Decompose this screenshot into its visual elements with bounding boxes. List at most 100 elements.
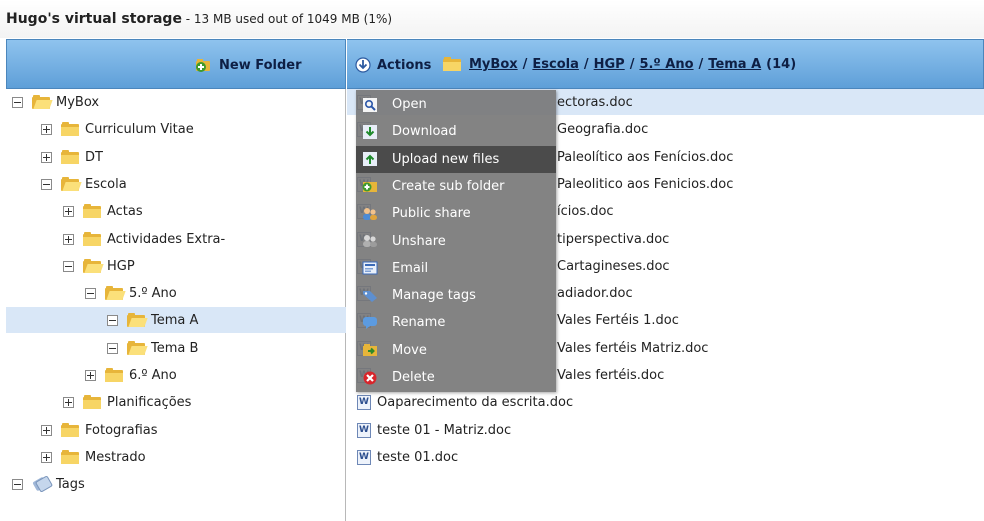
tree-node-fotografias[interactable]: Fotografias — [6, 417, 346, 443]
actions-label: Actions — [377, 57, 432, 73]
tree-node-planifica-es[interactable]: Planificações — [6, 389, 346, 415]
users-gray-icon — [362, 233, 378, 249]
folder-open-icon — [61, 177, 82, 191]
file-name: Paleolítico aos Fenícios.doc — [557, 149, 734, 165]
tree-node-label: Escola — [85, 176, 127, 192]
expand-icon[interactable] — [63, 233, 74, 245]
tree-node-label: Planificações — [107, 394, 192, 410]
folder-open-icon — [127, 313, 148, 327]
tree-node-mybox[interactable]: MyBox — [6, 89, 346, 115]
tree-node-tags[interactable]: Tags — [6, 471, 346, 497]
collapse-icon[interactable] — [12, 478, 23, 490]
tree-node-label: Actividades Extra- — [107, 231, 226, 247]
folder-icon — [61, 150, 79, 164]
tree-node-label: Curriculum Vitae — [85, 121, 194, 137]
menu-item-label: Move — [392, 342, 427, 358]
file-name: Oaparecimento da escrita.doc — [377, 394, 574, 410]
menu-item-download[interactable]: Download — [356, 118, 556, 145]
collapse-icon[interactable] — [107, 342, 118, 354]
download-arrow-icon — [355, 57, 371, 73]
tree-node-label: Tema A — [151, 312, 199, 328]
menu-item-label: Open — [392, 97, 427, 112]
menu-item-create-sub-folder[interactable]: Create sub folder — [356, 173, 556, 200]
menu-item-label: Delete — [392, 370, 435, 385]
expand-icon[interactable] — [41, 451, 52, 463]
menu-item-label: Upload new files — [392, 151, 500, 167]
collapse-icon[interactable] — [12, 96, 23, 108]
menu-item-manage-tags[interactable]: Manage tags — [356, 282, 556, 309]
breadcrumb-separator: / — [583, 57, 589, 72]
breadcrumb-separator: / — [522, 57, 528, 72]
menu-item-unshare[interactable]: Unshare — [356, 228, 556, 255]
tree-node-actas[interactable]: Actas — [6, 198, 346, 224]
add-folder-icon — [362, 178, 378, 194]
email-icon — [362, 260, 378, 276]
folder-icon — [105, 368, 123, 382]
tag-icon — [362, 288, 378, 304]
collapse-icon[interactable] — [85, 287, 96, 299]
menu-item-move[interactable]: Move — [356, 337, 556, 364]
folder-icon — [83, 204, 101, 218]
breadcrumb-link-hgp[interactable]: HGP — [594, 57, 625, 72]
menu-item-rename[interactable]: Rename — [356, 309, 556, 336]
breadcrumb-item-count: (14) — [766, 57, 797, 72]
tree-node-actividades-extra[interactable]: Actividades Extra- — [6, 226, 346, 252]
breadcrumb-link-5-ano[interactable]: 5.º Ano — [639, 57, 693, 72]
tree-node-5-ano[interactable]: 5.º Ano — [6, 280, 346, 306]
tree-header: New Folder — [6, 39, 346, 89]
file-name: ectoras.doc — [557, 94, 633, 110]
file-name: teste 01.doc — [377, 449, 459, 465]
new-folder-button[interactable]: New Folder — [195, 57, 302, 73]
collapse-icon[interactable] — [41, 178, 52, 190]
tree-node-curriculum-vitae[interactable]: Curriculum Vitae — [6, 116, 346, 142]
storage-usage: - 13 MB used out of 1049 MB (1%) — [181, 12, 393, 26]
folder-open-icon — [105, 286, 126, 300]
tree-node-label: HGP — [107, 258, 135, 274]
folder-open-icon — [32, 95, 53, 109]
file-name: Cartagineses.doc — [557, 258, 670, 274]
file-name: Paleolitico aos Fenicios.doc — [557, 176, 734, 192]
actions-button[interactable]: Actions — [355, 57, 431, 73]
menu-item-upload-new-files[interactable]: Upload new files — [356, 145, 556, 173]
breadcrumb-separator: / — [629, 57, 635, 72]
breadcrumb-link-tema-a[interactable]: Tema A — [708, 57, 761, 72]
actions-context-menu: Open Download Upload new files Create sub f… — [356, 90, 556, 392]
folder-icon — [61, 450, 79, 464]
collapse-icon[interactable] — [63, 260, 74, 272]
tree-node-tema-a[interactable]: Tema A — [6, 307, 346, 333]
file-name: teste 01 - Matriz.doc — [377, 422, 512, 438]
expand-icon[interactable] — [41, 424, 52, 436]
collapse-icon[interactable] — [107, 314, 118, 326]
menu-item-label: Public share — [392, 206, 471, 222]
expand-icon[interactable] — [85, 369, 96, 381]
file-row[interactable]: teste 01 - Matriz.doc — [347, 417, 984, 443]
file-row[interactable]: teste 01.doc — [347, 444, 984, 470]
storage-title: Hugo's virtual storage - 13 MB used out … — [6, 11, 392, 27]
menu-item-delete[interactable]: Delete — [356, 364, 556, 391]
expand-icon[interactable] — [41, 151, 52, 163]
expand-icon[interactable] — [41, 123, 52, 135]
tree-node-label: 5.º Ano — [129, 285, 177, 301]
expand-icon[interactable] — [63, 396, 74, 408]
word-doc-icon — [357, 394, 371, 410]
file-row[interactable]: Oaparecimento da escrita.doc — [347, 389, 984, 415]
tree-node-label: Mestrado — [85, 449, 146, 465]
tree-node-mestrado[interactable]: Mestrado — [6, 444, 346, 470]
tree-node-hgp[interactable]: HGP — [6, 253, 346, 279]
word-doc-icon — [357, 449, 371, 465]
menu-item-email[interactable]: Email — [356, 255, 556, 282]
tree-node-dt[interactable]: DT — [6, 144, 346, 170]
menu-item-open[interactable]: Open — [356, 91, 556, 118]
move-folder-icon — [362, 342, 378, 358]
tree-node-tema-b[interactable]: Tema B — [6, 335, 346, 361]
tree-node-6-ano[interactable]: 6.º Ano — [6, 362, 346, 388]
breadcrumb-link-escola[interactable]: Escola — [532, 57, 578, 72]
download-icon — [362, 124, 378, 140]
folder-tree: MyBox Curriculum Vitae DT Escola Actas Activi… — [6, 89, 346, 521]
upload-icon — [362, 151, 378, 167]
expand-icon[interactable] — [63, 205, 74, 217]
breadcrumb-separator: / — [698, 57, 704, 72]
tree-node-escola[interactable]: Escola — [6, 171, 346, 197]
breadcrumb-link-mybox[interactable]: MyBox — [469, 57, 518, 72]
menu-item-public-share[interactable]: Public share — [356, 200, 556, 227]
